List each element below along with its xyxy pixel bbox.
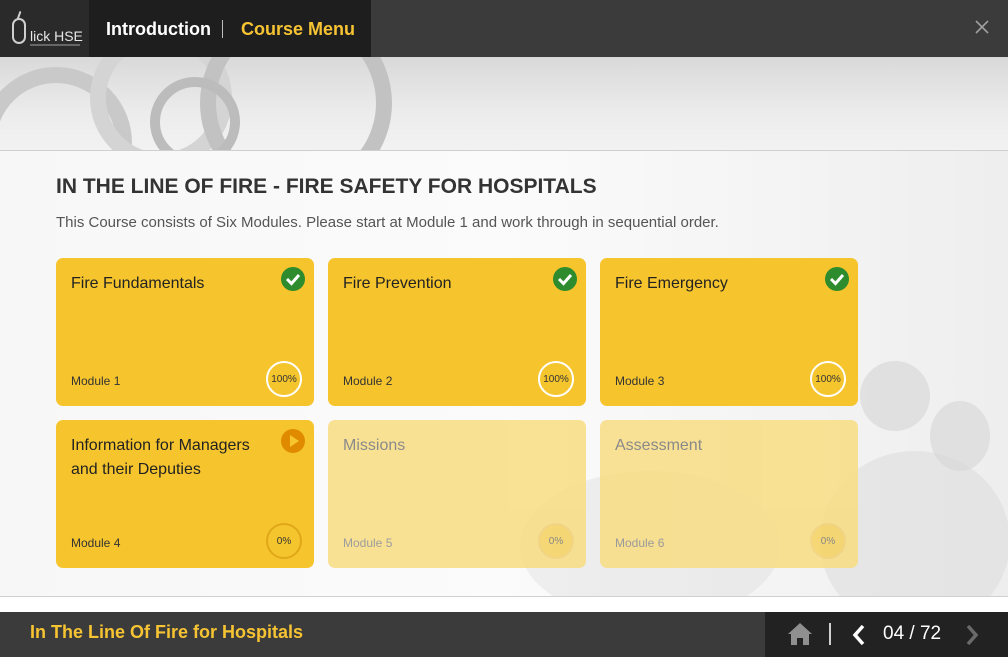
module-title: Information for Managers and their Deput… xyxy=(71,437,250,478)
content-divider xyxy=(0,596,1008,597)
module-label: Module 6 xyxy=(615,536,665,550)
progress-badge: 0% xyxy=(266,523,302,559)
next-page-icon[interactable] xyxy=(964,624,980,646)
module-label: Module 2 xyxy=(343,374,393,388)
module-card-4[interactable]: Information for Managers and their Deput… xyxy=(56,420,314,568)
nav-course-menu[interactable]: Course Menu xyxy=(241,19,355,40)
page-navigation: 04 / 72 xyxy=(765,612,1008,657)
module-title: Fire Fundamentals xyxy=(71,275,205,292)
progress-badge: 0% xyxy=(538,523,574,559)
module-title: Fire Emergency xyxy=(615,275,728,292)
module-card-6: Assessment Module 6 0% xyxy=(600,420,858,568)
top-bar: lick HSE Introduction Course Menu xyxy=(0,0,1008,57)
logo-tagline xyxy=(30,44,80,46)
close-icon[interactable] xyxy=(973,18,991,36)
module-title: Missions xyxy=(343,437,406,454)
progress-badge: 100% xyxy=(266,361,302,397)
play-icon xyxy=(281,429,305,453)
course-title: IN THE LINE OF FIRE - FIRE SAFETY FOR HO… xyxy=(56,175,597,198)
progress-badge: 0% xyxy=(810,523,846,559)
course-description: This Course consists of Six Modules. Ple… xyxy=(56,214,719,231)
click-hse-logo: lick HSE xyxy=(0,0,89,57)
module-card-5: Missions Module 5 0% xyxy=(328,420,586,568)
progress-badge: 100% xyxy=(538,361,574,397)
nav-divider xyxy=(222,20,223,38)
footer-bar: In The Line Of Fire for Hospitals 04 / 7… xyxy=(0,612,1008,657)
module-label: Module 1 xyxy=(71,374,121,388)
hero-image xyxy=(0,57,1008,151)
module-card-3[interactable]: Fire Emergency Module 3 100% xyxy=(600,258,858,406)
course-menu-panel: IN THE LINE OF FIRE - FIRE SAFETY FOR HO… xyxy=(0,151,1008,596)
module-label: Module 4 xyxy=(71,536,121,550)
nav-divider xyxy=(829,623,831,645)
home-icon[interactable] xyxy=(787,621,813,647)
module-title: Fire Prevention xyxy=(343,275,452,292)
footer-course-title: In The Line Of Fire for Hospitals xyxy=(30,622,304,642)
complete-check-icon xyxy=(281,267,305,291)
mouse-icon xyxy=(12,18,26,44)
complete-check-icon xyxy=(553,267,577,291)
top-nav: Introduction Course Menu xyxy=(89,0,371,57)
nav-introduction[interactable]: Introduction xyxy=(106,19,211,40)
module-title: Assessment xyxy=(615,437,703,454)
module-card-2[interactable]: Fire Prevention Module 2 100% xyxy=(328,258,586,406)
module-label: Module 3 xyxy=(615,374,665,388)
page-counter: 04 / 72 xyxy=(883,623,942,644)
module-card-1[interactable]: Fire Fundamentals Module 1 100% xyxy=(56,258,314,406)
previous-page-icon[interactable] xyxy=(851,624,867,646)
complete-check-icon xyxy=(825,267,849,291)
progress-badge: 100% xyxy=(810,361,846,397)
logo-text: lick HSE xyxy=(30,28,83,44)
module-label: Module 5 xyxy=(343,536,393,550)
